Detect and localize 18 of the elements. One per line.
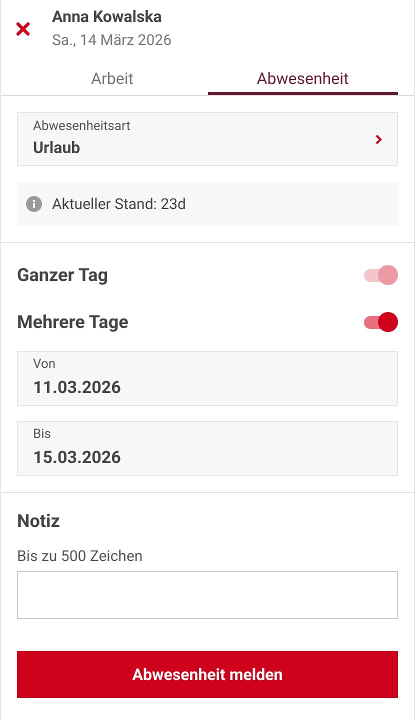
tab[interactable]: Arbeit — [17, 68, 208, 95]
absence-type-select[interactable]: Abwesenheitsart Urlaub — [17, 112, 398, 166]
toggle-label: Ganzer Tag — [17, 264, 108, 288]
date-field[interactable]: Von 11.03.2026 — [17, 351, 398, 406]
balance-text: Aktueller Stand: 23d — [52, 194, 186, 215]
note-heading: Notiz — [17, 510, 61, 534]
date-field[interactable]: Bis 15.03.2026 — [17, 421, 398, 476]
note-field[interactable] — [17, 571, 398, 619]
toggle-switch[interactable] — [364, 312, 398, 332]
close-icon — [16, 22, 30, 36]
submit-button[interactable]: Abwesenheit melden — [17, 651, 398, 698]
info-icon — [26, 196, 42, 212]
date-text: Sa., 14 März 2026 — [52, 30, 172, 51]
tab[interactable]: Abwesenheit — [208, 68, 398, 95]
toggle-label: Mehrere Tage — [17, 310, 128, 334]
employee-name: Anna Kowalska — [52, 6, 163, 28]
note-hint: Bis zu 500 Zeichen — [17, 546, 144, 567]
chevron-right-icon — [375, 134, 382, 144]
